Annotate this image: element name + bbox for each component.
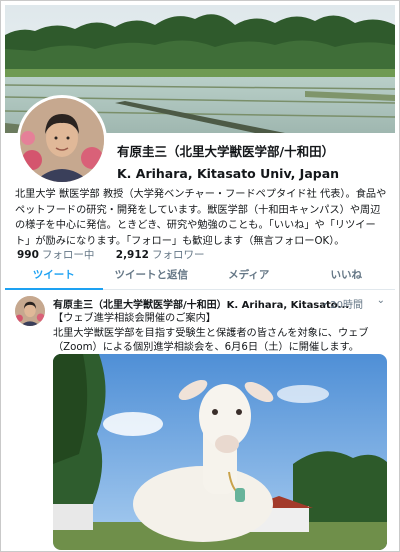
profile-bio: 北里大学 獣医学部 教授（大学発ベンチャー・フードペプタイド社 代表）。食品やペ… bbox=[15, 189, 387, 247]
profile-avatar[interactable] bbox=[17, 95, 107, 185]
profile-page: 有原圭三（北里大学獣医学部/十和田） K. Arihara, Kitasato … bbox=[0, 0, 400, 552]
display-name: 有原圭三（北里大学獣医学部/十和田） bbox=[117, 144, 335, 159]
followers-count: 2,912 bbox=[115, 249, 149, 261]
chevron-down-icon[interactable]: ⌄ bbox=[377, 296, 385, 306]
followers-label: フォロワー bbox=[151, 249, 205, 261]
tweet-text-line-2: 北里大学獣医学部を目指す受験生と保護者の皆さんを対象に、ウェブ（Zoom）による… bbox=[53, 327, 369, 354]
tweet-author-name[interactable]: 有原圭三（北里大学獣医学部/十和田）K. Arihara, Kitasato..… bbox=[53, 300, 349, 311]
following-count: 990 bbox=[17, 249, 39, 261]
tweet-media-image[interactable] bbox=[53, 354, 387, 550]
profile-tabs: ツイート ツイートと返信 メディア いいね bbox=[5, 265, 395, 290]
tweet-text: 【ウェブ進学相談会開催のご案内】 北里大学獣医学部を目指す受験生と保護者の皆さん… bbox=[53, 312, 389, 356]
tweet-text-line-1: 【ウェブ進学相談会開催のご案内】 bbox=[53, 313, 216, 324]
tweet-item[interactable]: 有原圭三（北里大学獣医学部/十和田）K. Arihara, Kitasato..… bbox=[5, 290, 395, 551]
profile-name-block: 有原圭三（北里大学獣医学部/十和田） K. Arihara, Kitasato … bbox=[117, 141, 339, 181]
tweet-header: 有原圭三（北里大学獣医学部/十和田）K. Arihara, Kitasato..… bbox=[53, 296, 389, 311]
tab-tweets-and-replies[interactable]: ツイートと返信 bbox=[103, 265, 201, 289]
following-link[interactable]: 990 フォロー中 bbox=[17, 249, 94, 261]
follow-stats: 990 フォロー中 2,912 フォロワー bbox=[17, 247, 222, 262]
following-label: フォロー中 bbox=[41, 249, 95, 261]
tab-tweets[interactable]: ツイート bbox=[5, 265, 103, 290]
display-name-english: K. Arihara, Kitasato Univ, Japan bbox=[117, 166, 340, 181]
tweet-timestamp[interactable]: ・20時間 bbox=[320, 296, 363, 311]
tweet-author-avatar[interactable] bbox=[15, 296, 45, 326]
followers-link[interactable]: 2,912 フォロワー bbox=[116, 249, 205, 261]
tab-media[interactable]: メディア bbox=[200, 265, 298, 289]
tab-likes[interactable]: いいね bbox=[298, 265, 396, 289]
